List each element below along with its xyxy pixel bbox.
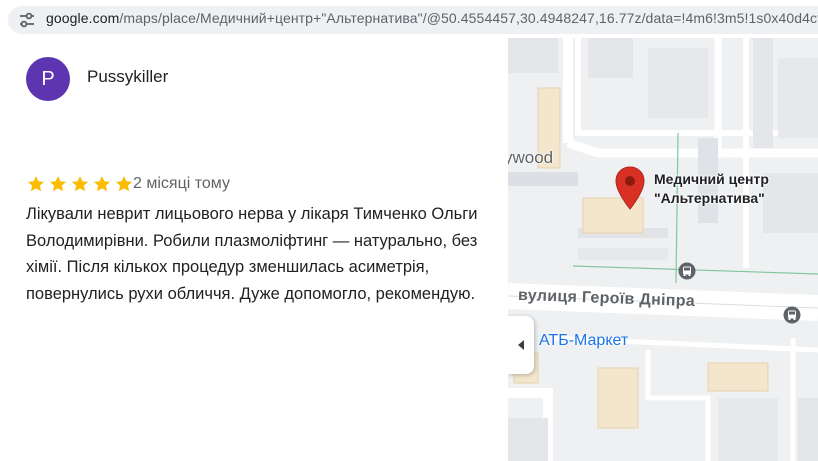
bus-stop-icon[interactable] <box>783 306 801 324</box>
url-text[interactable]: google.com/maps/place/Медичний+центр+"Ал… <box>46 10 818 26</box>
star-icon <box>49 176 67 192</box>
map-pin-icon[interactable] <box>615 166 645 210</box>
star-icon <box>71 176 89 192</box>
bus-stop-icon[interactable] <box>678 262 696 280</box>
collapse-panel-button[interactable] <box>508 316 534 374</box>
reviewer-name[interactable]: Pussykiller <box>87 67 168 87</box>
store-label[interactable]: АТБ-Маркет <box>539 332 628 350</box>
review-date: 2 місяці тому <box>133 175 230 192</box>
review-text: Лікували неврит лицьового нерва у лікаря… <box>26 205 478 303</box>
url-path: /maps/place/Медичний+центр+"Альтернатива… <box>119 10 818 26</box>
avatar-letter: P <box>41 67 55 90</box>
star-icon <box>115 176 133 192</box>
address-bar: google.com/maps/place/Медичний+центр+"Ал… <box>0 0 818 38</box>
star-icon <box>93 176 111 192</box>
map-canvas[interactable] <box>508 38 818 461</box>
rating-stars <box>26 174 134 194</box>
poi-label-line2: "Альтернатива" <box>654 190 765 206</box>
avatar[interactable]: P <box>26 57 70 101</box>
map-view[interactable]: ywood Медичний центр "Альтернатива" вули… <box>508 38 818 461</box>
review-panel: P Pussykiller 2 місяці тому Лікували нев… <box>0 38 508 461</box>
url-host: google.com <box>46 10 120 26</box>
star-icon <box>27 176 45 192</box>
chevron-left-icon <box>518 340 524 350</box>
poi-label[interactable]: Медичний центр "Альтернатива" <box>654 170 769 208</box>
tune-icon[interactable] <box>18 11 36 29</box>
map-label-partial[interactable]: ywood <box>508 148 553 168</box>
poi-label-line1: Медичний центр <box>654 171 769 187</box>
